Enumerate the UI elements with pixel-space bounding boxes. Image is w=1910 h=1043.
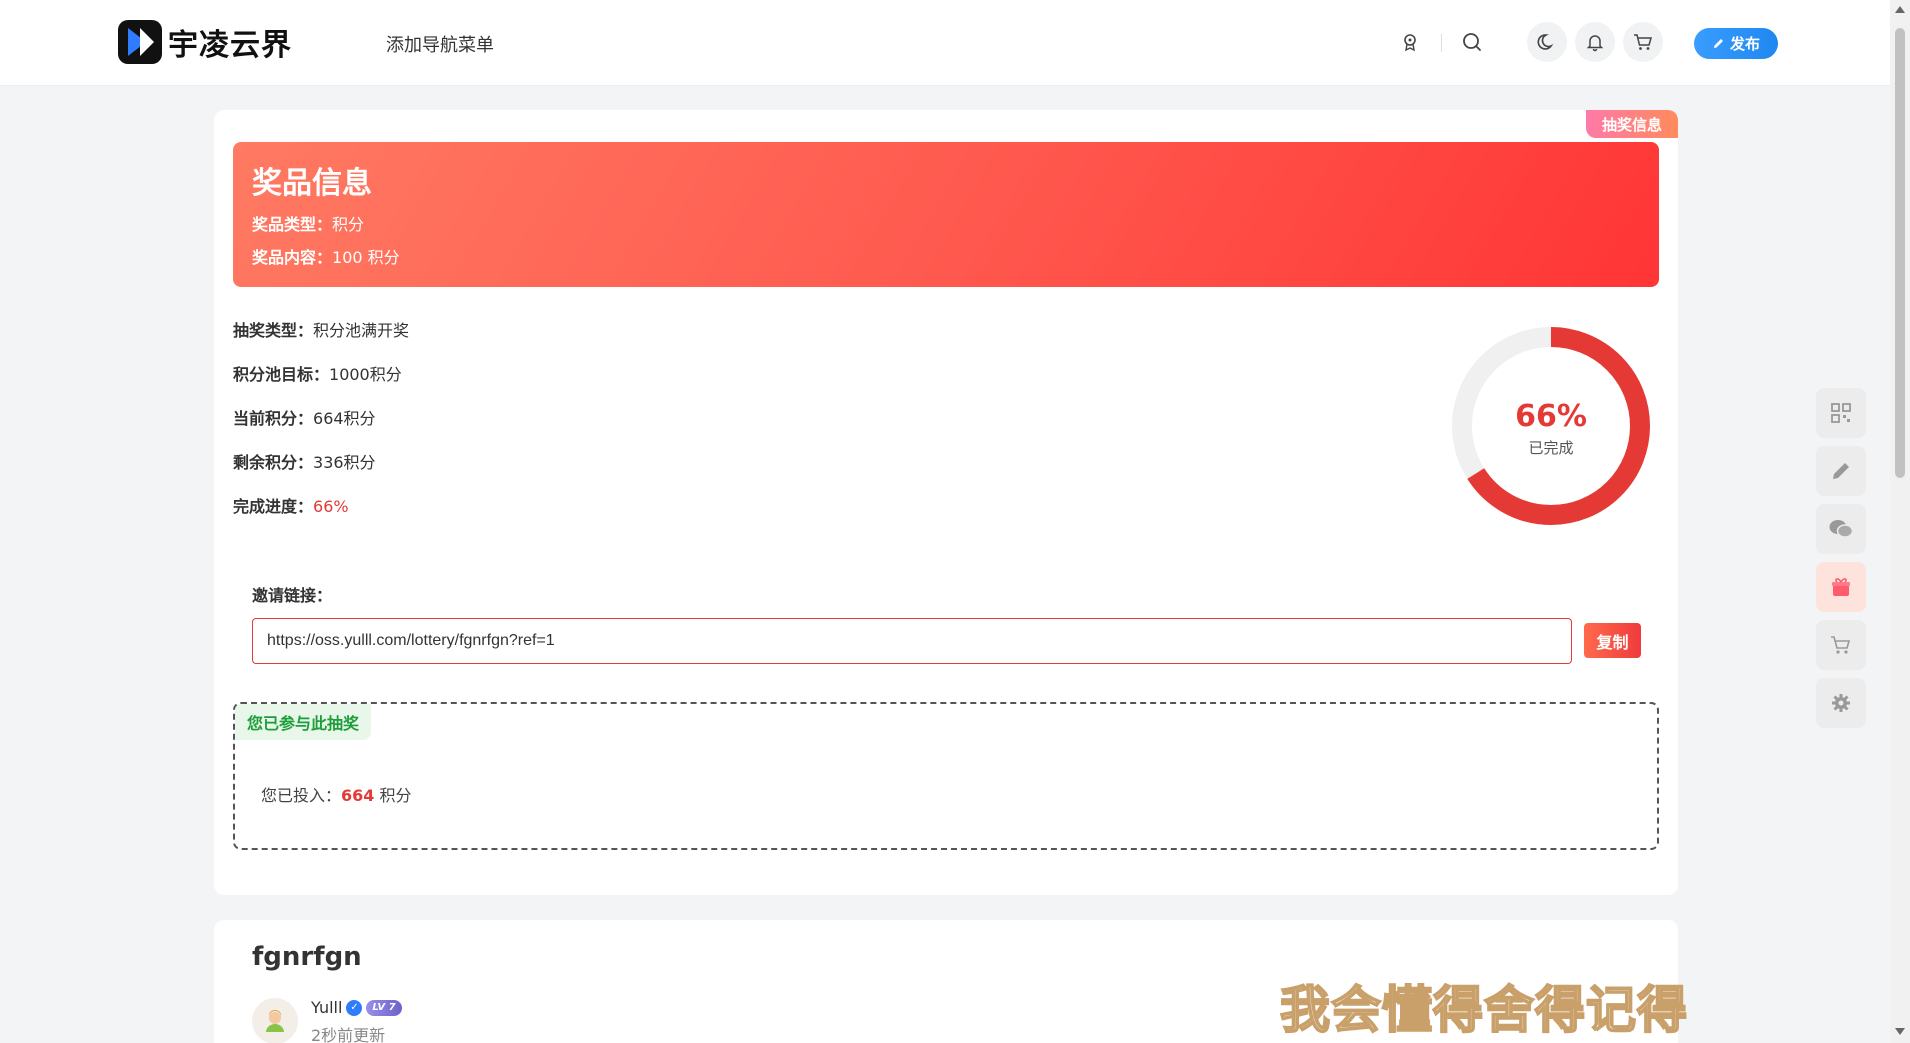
info-label: 完成进度： bbox=[233, 497, 314, 516]
progress-percent: 66% bbox=[1515, 399, 1587, 434]
info-row-remaining-points: 剩余积分：336积分 bbox=[233, 449, 409, 472]
info-value: 积分池满开奖 bbox=[313, 321, 410, 340]
lottery-card: 抽奖信息 奖品信息 奖品类型：积分 奖品内容：100 积分 抽奖类型：积分池满开… bbox=[214, 110, 1678, 895]
prize-banner: 奖品信息 奖品类型：积分 奖品内容：100 积分 bbox=[233, 142, 1659, 287]
edit-button[interactable] bbox=[1816, 446, 1866, 496]
float-toolbar bbox=[1816, 388, 1866, 736]
info-row-progress: 完成进度：66% bbox=[233, 493, 409, 516]
post-title[interactable]: fgnrfgn bbox=[252, 942, 362, 972]
verified-icon: ✓ bbox=[346, 999, 363, 1016]
badge-icon[interactable] bbox=[1396, 28, 1424, 56]
info-value: 664积分 bbox=[313, 409, 376, 428]
prize-content-row: 奖品内容：100 积分 bbox=[252, 244, 1640, 268]
info-row-current-points: 当前积分：664积分 bbox=[233, 405, 409, 428]
publish-label: 发布 bbox=[1729, 35, 1760, 53]
notifications-button[interactable] bbox=[1575, 22, 1615, 62]
site-logo[interactable]: 宇凌云界 bbox=[118, 20, 292, 64]
logo-mark-icon bbox=[118, 20, 162, 64]
lottery-info-tag: 抽奖信息 bbox=[1586, 110, 1678, 138]
info-label: 抽奖类型： bbox=[233, 321, 314, 340]
info-row-pool-target: 积分池目标：1000积分 bbox=[233, 361, 409, 384]
gift-icon bbox=[1832, 578, 1850, 596]
info-label: 积分池目标： bbox=[233, 365, 330, 384]
bell-icon bbox=[1586, 35, 1604, 52]
joined-suffix: 积分 bbox=[374, 786, 412, 805]
prize-type-label: 奖品类型： bbox=[252, 215, 333, 234]
site-header: 宇凌云界 添加导航菜单 发布 bbox=[0, 0, 1890, 86]
invite-link-input[interactable] bbox=[252, 618, 1572, 664]
scroll-down-arrow-icon[interactable] bbox=[1895, 1028, 1905, 1035]
copy-button[interactable]: 复制 bbox=[1584, 623, 1641, 658]
info-value: 1000积分 bbox=[329, 365, 402, 384]
prize-type-row: 奖品类型：积分 bbox=[252, 211, 1640, 235]
wechat-icon bbox=[1829, 520, 1854, 538]
moon-icon bbox=[1537, 34, 1554, 50]
gear-icon bbox=[1832, 694, 1850, 712]
author-name[interactable]: Yulll bbox=[311, 998, 342, 1017]
joined-amount: 664 bbox=[341, 786, 375, 805]
info-row-draw-type: 抽奖类型：积分池满开奖 bbox=[233, 317, 410, 340]
lottery-info-list: 抽奖类型：积分池满开奖 积分池目标：1000积分 当前积分：664积分 剩余积分… bbox=[233, 317, 409, 537]
level-badge: LV 7 bbox=[366, 999, 402, 1016]
progress-caption: 已完成 bbox=[1528, 439, 1574, 457]
header-divider bbox=[1441, 34, 1442, 52]
info-value: 66% bbox=[313, 497, 349, 516]
joined-tag: 您已参与此抽奖 bbox=[235, 704, 372, 740]
joined-status-box: 您已参与此抽奖 您已投入：664 积分 bbox=[233, 702, 1659, 850]
cart-icon bbox=[1831, 636, 1851, 654]
progress-ring: 66% 已完成 bbox=[1446, 321, 1656, 531]
logo-text: 宇凌云界 bbox=[168, 28, 292, 63]
invite-link-label: 邀请链接： bbox=[252, 586, 333, 605]
prize-content-value: 100 积分 bbox=[332, 248, 400, 267]
cart-button[interactable] bbox=[1623, 22, 1663, 62]
user-avatar-icon bbox=[266, 1010, 284, 1032]
joined-points-text: 您已投入：664 积分 bbox=[261, 782, 412, 806]
author-info: Yulll ✓ LV 7 bbox=[311, 998, 402, 1017]
scroll-thumb[interactable] bbox=[1895, 28, 1905, 478]
qrcode-button[interactable] bbox=[1816, 388, 1866, 438]
joined-prefix: 您已投入： bbox=[261, 786, 342, 805]
cart-icon bbox=[1634, 34, 1652, 50]
nav-add-menu-link[interactable]: 添加导航菜单 bbox=[386, 31, 494, 57]
dark-mode-toggle[interactable] bbox=[1527, 22, 1567, 62]
info-label: 剩余积分： bbox=[233, 453, 314, 472]
prize-type-value: 积分 bbox=[332, 215, 365, 234]
publish-button[interactable]: 发布 bbox=[1694, 28, 1778, 59]
watermark-text: 我会懂得舍得记得 bbox=[1279, 979, 1688, 1040]
scroll-up-arrow-icon[interactable] bbox=[1895, 6, 1905, 13]
cart-float-button[interactable] bbox=[1816, 620, 1866, 670]
prize-content-label: 奖品内容： bbox=[252, 248, 333, 267]
page-scrollbar[interactable] bbox=[1890, 0, 1910, 1043]
avatar[interactable] bbox=[252, 998, 298, 1043]
prize-title: 奖品信息 bbox=[252, 166, 372, 201]
qrcode-icon bbox=[1831, 403, 1851, 423]
pencil-icon bbox=[1833, 463, 1849, 479]
pencil-icon bbox=[1713, 39, 1723, 48]
update-time: 2秒前更新 bbox=[311, 1026, 386, 1043]
settings-button[interactable] bbox=[1816, 678, 1866, 728]
info-label: 当前积分： bbox=[233, 409, 314, 428]
search-icon[interactable] bbox=[1458, 28, 1486, 56]
wechat-button[interactable] bbox=[1816, 504, 1866, 554]
gift-button[interactable] bbox=[1816, 562, 1866, 612]
info-value: 336积分 bbox=[313, 453, 376, 472]
